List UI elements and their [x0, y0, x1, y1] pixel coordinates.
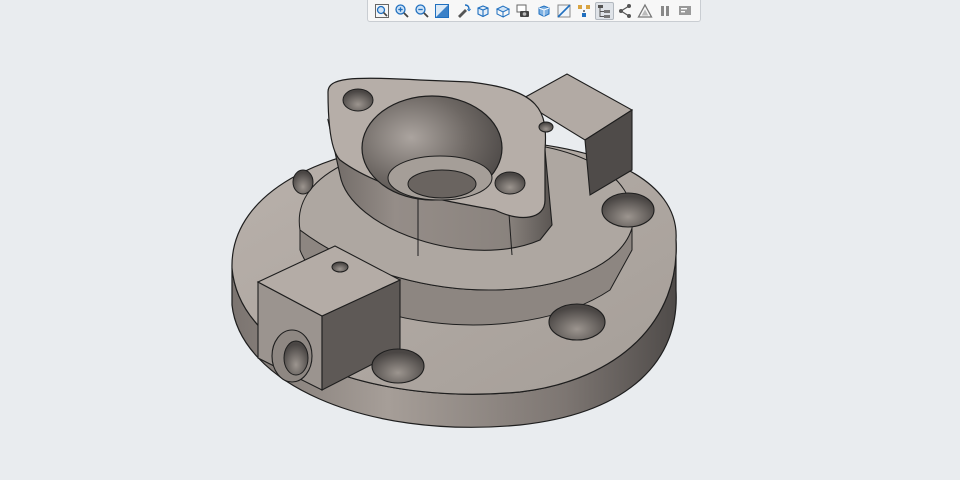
- pin-hole: [538, 121, 554, 133]
- rotate-button[interactable]: [453, 2, 472, 20]
- pin-hole: [331, 261, 349, 273]
- view-cube-button[interactable]: [473, 2, 492, 20]
- flange-hole: [601, 192, 655, 228]
- measure-icon: [637, 3, 653, 18]
- share-icon: [618, 3, 631, 18]
- display-style-icon: [538, 4, 550, 17]
- screenshot-button[interactable]: [514, 2, 533, 20]
- model-tree-icon: [598, 4, 611, 18]
- model-tree-button[interactable]: [594, 1, 615, 20]
- side-bore-inner: [283, 340, 309, 376]
- measure-button[interactable]: [635, 2, 654, 20]
- zoom-out-button[interactable]: [413, 2, 432, 20]
- zoom-out-icon: [415, 3, 429, 18]
- pause-icon: [661, 5, 670, 16]
- zoom-box-icon: [435, 3, 450, 18]
- view-orientation-icon: [496, 4, 511, 18]
- zoom-in-icon: [395, 3, 409, 18]
- flange-hole: [292, 169, 314, 195]
- explode-button[interactable]: [575, 2, 594, 20]
- 3d-viewport[interactable]: [0, 22, 960, 480]
- screenshot-icon: [516, 4, 530, 17]
- section-view-button[interactable]: [554, 2, 573, 20]
- view-cube-icon: [477, 4, 489, 17]
- view-orientation-button[interactable]: [494, 2, 513, 20]
- display-style-button[interactable]: [534, 2, 553, 20]
- flange-hole: [371, 348, 425, 384]
- rotate-icon: [457, 3, 471, 18]
- zoom-in-button[interactable]: [392, 2, 411, 20]
- zoom-fit-button[interactable]: [372, 2, 391, 20]
- zoom-fit-icon: [374, 3, 389, 18]
- boss-hole: [494, 171, 526, 195]
- explode-icon: [578, 4, 591, 17]
- cad-part-model[interactable]: [0, 22, 960, 480]
- presentation-icon: [679, 5, 692, 15]
- presentation-button[interactable]: [676, 2, 695, 20]
- viewer-toolbar: [367, 0, 701, 22]
- share-button[interactable]: [615, 2, 634, 20]
- flange-hole: [548, 303, 606, 341]
- main-bore-inner: [407, 169, 477, 199]
- zoom-box-button[interactable]: [433, 2, 452, 20]
- section-view-icon: [557, 3, 571, 18]
- boss-hole: [342, 88, 374, 112]
- pause-button[interactable]: [656, 2, 675, 20]
